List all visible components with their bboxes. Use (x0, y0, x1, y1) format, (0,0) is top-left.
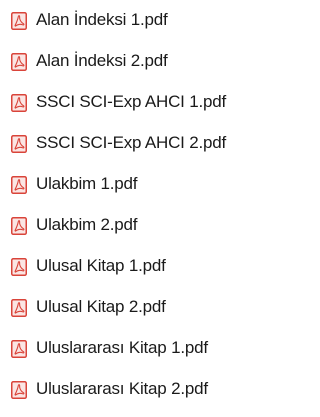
file-item-alan-indeksi-2[interactable]: Alan İndeksi 2.pdf (0, 41, 258, 82)
file-name: SSCI SCI-Exp AHCI 2.pdf (36, 133, 227, 152)
file-name: Uluslararası Kitap 2.pdf (36, 379, 208, 398)
pdf-file-icon (11, 258, 27, 276)
file-name: Ulusal Kitap 1.pdf (36, 256, 166, 275)
file-item-alan-indeksi-1[interactable]: Alan İndeksi 1.pdf (0, 0, 258, 41)
file-item-ssci-1[interactable]: SSCI SCI-Exp AHCI 1.pdf (0, 82, 258, 123)
file-name: Alan İndeksi 1.pdf (36, 10, 168, 29)
file-name: Uluslararası Kitap 1.pdf (36, 338, 208, 357)
pdf-file-icon (11, 12, 27, 30)
file-item-ulakbim-1[interactable]: Ulakbim 1.pdf (0, 164, 258, 205)
pdf-file-icon (11, 94, 27, 112)
pdf-file-icon (11, 53, 27, 71)
file-item-ulakbim-2[interactable]: Ulakbim 2.pdf (0, 205, 258, 246)
file-item-ulusal-kitap-1[interactable]: Ulusal Kitap 1.pdf (0, 246, 258, 287)
file-name: SSCI SCI-Exp AHCI 1.pdf (36, 92, 227, 111)
file-item-uluslararasi-kitap-2[interactable]: Uluslararası Kitap 2.pdf (0, 369, 258, 410)
file-list: Alan İndeksi 1.pdf Alan İndeksi 2.pdf SS… (0, 0, 258, 417)
file-item-ssci-2[interactable]: SSCI SCI-Exp AHCI 2.pdf (0, 123, 258, 164)
pdf-file-icon (11, 135, 27, 153)
file-name: Ulusal Kitap 2.pdf (36, 297, 166, 316)
file-item-uluslararasi-kitap-1[interactable]: Uluslararası Kitap 1.pdf (0, 328, 258, 369)
pdf-file-icon (11, 340, 27, 358)
file-name: Ulakbim 2.pdf (36, 215, 138, 234)
file-item-ulusal-kitap-2[interactable]: Ulusal Kitap 2.pdf (0, 287, 258, 328)
pdf-file-icon (11, 299, 27, 317)
file-name: Ulakbim 1.pdf (36, 174, 138, 193)
pdf-file-icon (11, 217, 27, 235)
pdf-file-icon (11, 381, 27, 399)
file-name: Alan İndeksi 2.pdf (36, 51, 168, 70)
pdf-file-icon (11, 176, 27, 194)
